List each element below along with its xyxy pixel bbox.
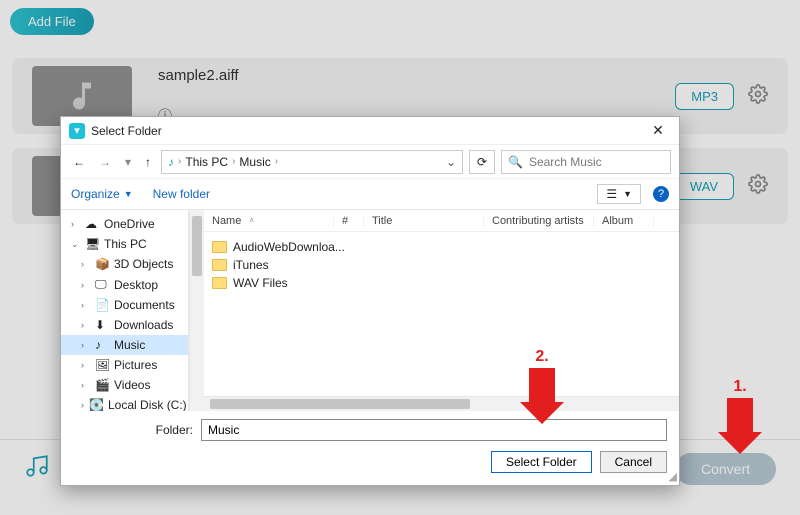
pc-icon: 🖥 — [85, 237, 99, 251]
music-icon: ♪ — [168, 155, 174, 169]
search-placeholder: Search Music — [529, 155, 602, 169]
tree-item-documents[interactable]: ›📄Documents — [61, 295, 188, 315]
dialog-title: Select Folder — [91, 124, 645, 138]
tree-item-desktop[interactable]: ›🖵Desktop — [61, 274, 188, 295]
help-icon[interactable]: ? — [653, 186, 669, 202]
search-icon: 🔍 — [508, 155, 523, 169]
column-headers[interactable]: Name˄ # Title Contributing artists Album — [204, 210, 679, 232]
folder-icon — [212, 259, 227, 271]
new-folder-button[interactable]: New folder — [153, 187, 210, 201]
list-item[interactable]: WAV Files — [212, 274, 671, 292]
list-item[interactable]: AudioWebDownloa... — [212, 238, 671, 256]
docs-icon: 📄 — [95, 298, 109, 312]
folder-label: Folder: — [73, 423, 193, 437]
chevron-down-icon[interactable]: ⌄ — [446, 155, 456, 169]
nav-back-icon[interactable]: ← — [69, 153, 89, 171]
refresh-icon[interactable]: ⟳ — [469, 150, 495, 174]
tree-item-local-disk-c-[interactable]: ›💽Local Disk (C:) — [61, 395, 188, 411]
list-icon: ☰ — [606, 187, 617, 201]
tree-item-pictures[interactable]: ›🖼Pictures — [61, 355, 188, 375]
folder-tree: ›☁OneDrive⌄🖥This PC›📦3D Objects›🖵Desktop… — [61, 210, 189, 411]
select-folder-button[interactable]: Select Folder — [491, 451, 592, 473]
tree-item-downloads[interactable]: ›⬇Downloads — [61, 315, 188, 335]
nav-forward-icon: → — [95, 153, 115, 171]
list-item[interactable]: iTunes — [212, 256, 671, 274]
nav-up-icon[interactable]: ↑ — [141, 153, 155, 171]
pics-icon: 🖼 — [95, 358, 109, 372]
list-scrollbar-horizontal[interactable] — [204, 396, 679, 411]
search-input[interactable]: 🔍 Search Music — [501, 150, 671, 174]
app-logo-icon: ▾ — [69, 123, 85, 139]
nav-recent-icon[interactable]: ▾ — [121, 153, 135, 171]
tree-item-music[interactable]: ›♪Music — [61, 335, 188, 355]
annotation-label-2: 2. — [535, 348, 548, 366]
tree-item-videos[interactable]: ›🎬Videos — [61, 375, 188, 395]
tree-item-onedrive[interactable]: ›☁OneDrive — [61, 214, 188, 234]
breadcrumb-current[interactable]: Music — [239, 155, 270, 169]
folder-name-input[interactable] — [201, 419, 667, 441]
disk-icon: 💽 — [89, 398, 103, 411]
cloud-icon: ☁ — [85, 217, 99, 231]
tree-item-3d-objects[interactable]: ›📦3D Objects — [61, 254, 188, 274]
tree-scrollbar[interactable] — [189, 210, 204, 411]
music-icon: ♪ — [95, 338, 109, 352]
folder-icon — [212, 277, 227, 289]
tree-item-this-pc[interactable]: ⌄🖥This PC — [61, 234, 188, 254]
select-folder-dialog: ▾ Select Folder ✕ ← → ▾ ↑ ♪ › This PC › … — [60, 116, 680, 486]
breadcrumb-root[interactable]: This PC — [185, 155, 228, 169]
close-icon[interactable]: ✕ — [645, 122, 671, 139]
desktop-icon: 🖵 — [95, 277, 109, 292]
organize-menu[interactable]: Organize▼ — [71, 187, 133, 201]
vids-icon: 🎬 — [95, 378, 109, 392]
folder-icon — [212, 241, 227, 253]
view-mode-button[interactable]: ☰▼ — [597, 184, 641, 204]
file-list: AudioWebDownloa...iTunesWAV Files — [204, 232, 679, 396]
breadcrumb[interactable]: ♪ › This PC › Music › ⌄ — [161, 150, 463, 174]
3d-icon: 📦 — [95, 257, 109, 271]
down-icon: ⬇ — [95, 318, 109, 332]
cancel-button[interactable]: Cancel — [600, 451, 667, 473]
annotation-label-1: 1. — [733, 378, 746, 396]
